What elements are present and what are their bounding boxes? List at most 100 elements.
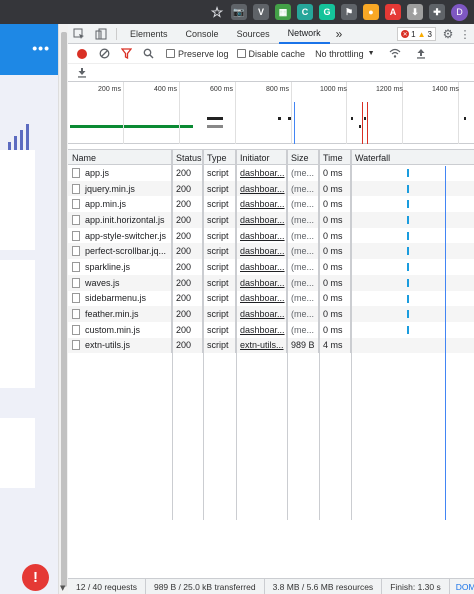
request-type: script: [203, 180, 236, 197]
network-overview-timeline[interactable]: 200 ms 400 ms 600 ms 800 ms 1000 ms 1200 ms 14…: [68, 82, 474, 144]
column-header-status[interactable]: Status: [172, 150, 203, 165]
table-row[interactable]: feather.min.js 200 script dashboar... (me...…: [68, 306, 474, 322]
request-initiator-link[interactable]: dashboar...: [236, 290, 287, 307]
request-name-cell[interactable]: extn-utils.js: [68, 337, 172, 354]
request-size: (me...: [287, 212, 319, 228]
request-size: (me...: [287, 165, 319, 181]
c-extension-icon[interactable]: C: [297, 4, 313, 20]
pdf-extension-icon[interactable]: A: [385, 4, 401, 20]
page-scrollbar[interactable]: ▼: [58, 24, 68, 594]
issues-counter[interactable]: ✕ 1 ▲ 3: [397, 27, 436, 41]
alert-icon[interactable]: !: [22, 564, 49, 591]
preserve-log-label: Preserve log: [178, 48, 229, 59]
download-extension-icon[interactable]: ⬇: [407, 4, 423, 20]
table-row[interactable]: app.init.horizontal.js 200 script dashboar.…: [68, 212, 474, 228]
honey-extension-icon[interactable]: ●: [363, 4, 379, 20]
request-initiator-link[interactable]: dashboar...: [236, 306, 287, 322]
column-header-initiator[interactable]: Initiator: [236, 150, 287, 165]
scrollbar-thumb[interactable]: [61, 32, 67, 587]
request-time: 0 ms: [319, 227, 351, 244]
filter-icon[interactable]: [116, 45, 136, 63]
clear-icon[interactable]: [94, 45, 114, 63]
profile-avatar[interactable]: D: [451, 3, 468, 21]
request-type: script: [203, 196, 236, 213]
more-menu-icon[interactable]: •••: [32, 40, 50, 56]
italic-v-extension-icon[interactable]: V: [253, 4, 269, 20]
device-toolbar-icon[interactable]: [90, 24, 112, 44]
grammarly-extension-icon[interactable]: G: [319, 4, 335, 20]
request-name-cell[interactable]: jquery.min.js: [68, 180, 172, 197]
table-row[interactable]: extn-utils.js 200 script extn-utils... 989 B…: [68, 337, 474, 354]
request-initiator-link[interactable]: dashboar...: [236, 165, 287, 181]
tab-elements[interactable]: Elements: [121, 24, 177, 44]
download-har-icon[interactable]: [72, 64, 92, 82]
request-name-cell[interactable]: sparkline.js: [68, 259, 172, 275]
table-row[interactable]: app.min.js 200 script dashboar... (me... 0 ms: [68, 196, 474, 213]
network-conditions-icon[interactable]: [385, 45, 405, 63]
request-name-cell[interactable]: perfect-scrollbar.jq...: [68, 243, 172, 260]
camera-extension-icon[interactable]: 📷: [231, 4, 247, 20]
request-name-cell[interactable]: app.js: [68, 165, 172, 181]
request-initiator-link[interactable]: dashboar...: [236, 274, 287, 291]
table-row[interactable]: app-style-switcher.js 200 script dashboar..…: [68, 227, 474, 244]
request-initiator-link[interactable]: dashboar...: [236, 227, 287, 244]
upload-har-icon[interactable]: [411, 45, 431, 63]
search-icon[interactable]: [138, 45, 158, 63]
request-status: 200: [172, 290, 203, 307]
grid-extension-icon[interactable]: ▦: [275, 4, 291, 20]
request-name: waves.js: [85, 277, 120, 288]
flag-extension-icon[interactable]: ⚑: [341, 4, 357, 20]
request-initiator-link[interactable]: dashboar...: [236, 243, 287, 260]
tab-sources[interactable]: Sources: [228, 24, 279, 44]
puzzle-extension-icon[interactable]: ✚: [429, 4, 445, 20]
scroll-down-icon[interactable]: ▼: [60, 584, 65, 592]
column-header-name[interactable]: Name: [68, 150, 172, 165]
table-row[interactable]: custom.min.js 200 script dashboar... (me... 0…: [68, 321, 474, 338]
table-row[interactable]: waves.js 200 script dashboar... (me... 0 ms: [68, 274, 474, 291]
column-header-time[interactable]: Time: [319, 150, 351, 165]
request-waterfall: [351, 243, 474, 259]
request-initiator-link[interactable]: dashboar...: [236, 180, 287, 197]
disable-cache-toggle[interactable]: Disable cache: [236, 49, 305, 59]
column-header-type[interactable]: Type: [203, 150, 236, 165]
request-name-cell[interactable]: custom.min.js: [68, 321, 172, 338]
table-row[interactable]: jquery.min.js 200 script dashboar... (me... 0…: [68, 180, 474, 197]
kebab-menu-icon[interactable]: ⋮: [460, 24, 471, 44]
request-name: jquery.min.js: [85, 183, 135, 194]
inspect-element-icon[interactable]: [68, 24, 90, 44]
disable-cache-checkbox[interactable]: [236, 49, 246, 58]
request-name-cell[interactable]: waves.js: [68, 274, 172, 291]
more-tabs-icon[interactable]: »: [330, 24, 349, 44]
tab-console[interactable]: Console: [177, 24, 228, 44]
request-status: 200: [172, 321, 203, 338]
table-row[interactable]: perfect-scrollbar.jq... 200 script dashboar…: [68, 243, 474, 260]
request-name: app.min.js: [85, 199, 127, 210]
table-row[interactable]: app.js 200 script dashboar... (me... 0 ms: [68, 165, 474, 181]
request-initiator-link[interactable]: extn-utils...: [236, 337, 287, 354]
gear-icon[interactable]: ⚙: [440, 24, 456, 44]
request-initiator-link[interactable]: dashboar...: [236, 196, 287, 213]
request-name-cell[interactable]: feather.min.js: [68, 306, 172, 322]
request-initiator-link[interactable]: dashboar...: [236, 321, 287, 338]
error-count: 1: [411, 29, 416, 39]
request-type: script: [203, 243, 236, 260]
request-initiator-link[interactable]: dashboar...: [236, 212, 287, 228]
overview-tick-label: 400 ms: [154, 86, 177, 93]
overview-tick-label: 200 ms: [98, 86, 121, 93]
column-header-size[interactable]: Size: [287, 150, 319, 165]
warning-count: 3: [427, 29, 432, 39]
request-name-cell[interactable]: app.min.js: [68, 196, 172, 213]
table-row[interactable]: sparkline.js 200 script dashboar... (me... 0 …: [68, 259, 474, 275]
table-row[interactable]: sidebarmenu.js 200 script dashboar... (me...…: [68, 290, 474, 307]
column-header-waterfall[interactable]: Waterfall: [351, 150, 474, 165]
preserve-log-checkbox[interactable]: [166, 49, 175, 58]
preserve-log-toggle[interactable]: Preserve log: [166, 49, 229, 59]
record-icon[interactable]: [72, 45, 92, 63]
request-name-cell[interactable]: sidebarmenu.js: [68, 290, 172, 307]
throttling-select[interactable]: No throttling ▼: [315, 49, 374, 59]
star-icon[interactable]: ☆: [209, 4, 225, 20]
request-name-cell[interactable]: app-style-switcher.js: [68, 227, 172, 244]
request-initiator-link[interactable]: dashboar...: [236, 259, 287, 275]
tab-network[interactable]: Network: [278, 24, 330, 44]
request-name-cell[interactable]: app.init.horizontal.js: [68, 212, 172, 228]
